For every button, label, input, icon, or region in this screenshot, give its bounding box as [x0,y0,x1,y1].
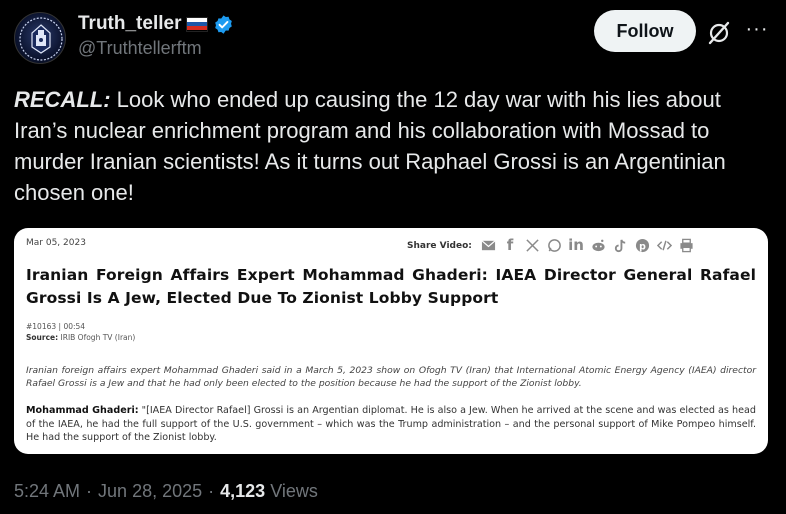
tweet-text: RECALL: Look who ended up causing the 12… [14,84,774,208]
pinterest-icon: p [634,236,650,254]
linkedin-icon: in [568,236,584,254]
avatar[interactable] [14,12,66,64]
email-icon [480,236,496,254]
article-summary: Iranian foreign affairs expert Mohammad … [26,365,756,389]
tiktok-icon [612,236,628,254]
whatsapp-icon [546,236,562,254]
more-options-icon[interactable]: ··· [744,16,770,42]
views-label: Views [270,481,318,501]
follow-button[interactable]: Follow [594,10,696,52]
share-video-label: Share Video: [407,241,472,251]
quote-speaker: Mohammad Ghaderi: [26,405,139,416]
svg-text:p: p [639,241,646,252]
clip-id: #10163 | 00:54 [26,322,86,331]
clip-source: Source: IRIB Ofogh TV (Iran) [26,333,135,342]
views-count: 4,123 [220,481,266,501]
verified-badge-icon[interactable] [213,14,234,35]
article-headline: Iranian Foreign Affairs Expert Mohammad … [26,266,756,307]
avatar-emblem-icon [19,17,63,61]
article-quote: Mohammad Ghaderi: "[IAEA Director Rafael… [26,404,756,445]
post-time[interactable]: 5:24 AM [14,481,80,502]
russian-flag-icon [186,16,209,32]
display-name[interactable]: Truth_teller [78,13,181,35]
source-value: IRIB Ofogh TV (Iran) [60,333,136,342]
footer-separator: · [208,481,215,501]
user-handle[interactable]: @Truthtellerftm [78,38,202,59]
x-icon [524,236,540,254]
article-date: Mar 05, 2023 [26,238,86,248]
grok-icon[interactable] [706,20,732,46]
embed-icon [656,236,672,254]
tweet-body: Look who ended up causing the 12 day war… [14,87,726,205]
source-label: Source: [26,333,59,342]
reddit-icon [590,236,606,254]
footer-separator: · [86,481,93,501]
post-date[interactable]: Jun 28, 2025 [98,481,202,502]
print-icon [678,236,694,254]
name-row: Truth_teller [78,12,234,36]
facebook-icon: f [506,236,514,254]
tweet-footer: 5:24 AM · Jun 28, 2025 · 4,123 Views [14,481,318,502]
tweet-lead: RECALL: [14,87,111,112]
embedded-image-card[interactable]: Mar 05, 2023 Share Video: f in p Iranian… [14,228,768,454]
share-icons: f in p [480,236,694,254]
